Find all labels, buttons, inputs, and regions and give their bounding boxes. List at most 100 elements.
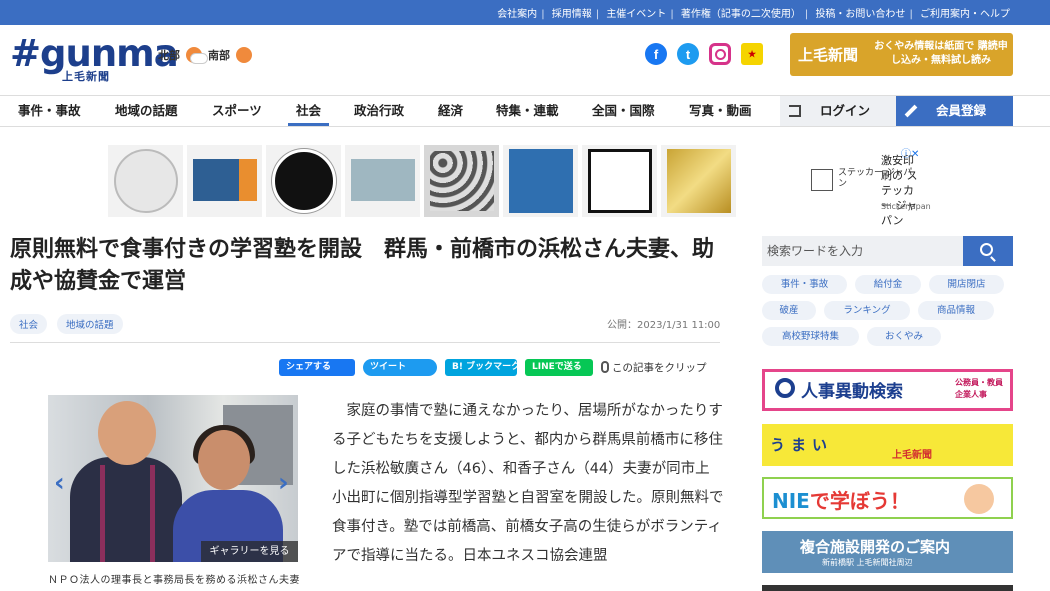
- ad-tile-5: [424, 145, 499, 217]
- sun-icon: [236, 47, 252, 63]
- weather-widget[interactable]: 北部 南部: [158, 47, 252, 64]
- keyword-incidents[interactable]: 事件・事故: [762, 275, 847, 294]
- magnifier-icon: [775, 378, 795, 398]
- ad-brand: StickerJapan: [881, 202, 931, 211]
- mascot-illustration: [964, 484, 994, 514]
- ad-close-icon[interactable]: ⓘ✕: [901, 145, 919, 160]
- ad-tile-3: [266, 145, 341, 217]
- hatena-bookmark-button[interactable]: B! ブックマーク: [445, 359, 520, 376]
- facebook-share-button[interactable]: シェアする: [279, 359, 355, 376]
- search-button[interactable]: [963, 236, 1013, 266]
- banner-nie-title: NIEで学ぼう！: [772, 485, 910, 514]
- ad-tile-7: [582, 145, 657, 217]
- photo-caption: ＮＰＯ法人の理事長と事務局長を務める浜松さん夫妻: [48, 575, 300, 586]
- main-nav: 事件・事故 地域の話題 スポーツ 社会 政治行政 経済 特集・連載 全国・国際 …: [0, 95, 1050, 127]
- login-button[interactable]: ログイン: [780, 96, 896, 126]
- complex-development-banner[interactable]: 複合施設開発のご案内 新前橋駅 上毛新聞社周辺: [762, 531, 1013, 573]
- weather-south-label: 南部: [208, 49, 230, 62]
- subscription-promo-button[interactable]: 上毛新聞 おくやみ情報は紙面で 購読申し込み・無料試し読み: [790, 33, 1013, 76]
- link-recruit[interactable]: 採用情報: [552, 9, 592, 20]
- divider: [10, 342, 720, 343]
- keyword-openings[interactable]: 開店閉店: [929, 275, 1004, 294]
- search-icon: [980, 243, 993, 256]
- line-share-button[interactable]: LINEで送る: [525, 359, 593, 376]
- keyword-obituary[interactable]: おくやみ: [867, 327, 941, 346]
- share-bar: シェアする ツイート B! ブックマーク LINEで送る この記事をクリップ: [279, 359, 707, 376]
- sun-cloud-icon: [186, 47, 208, 64]
- article-photo[interactable]: [48, 395, 298, 562]
- pen-icon: [904, 104, 918, 118]
- keyword-bankruptcy[interactable]: 破産: [762, 301, 816, 320]
- personnel-search-banner[interactable]: 人事異動検索 公務員・教員 企業人事: [762, 369, 1013, 411]
- login-label: ログイン: [820, 103, 871, 118]
- link-company[interactable]: 会社案内: [497, 9, 537, 20]
- banner-umai-sub: 上毛新聞: [892, 450, 932, 461]
- search-input[interactable]: [762, 236, 963, 266]
- sticker-ad-banner[interactable]: ステッカー ジャパン 激安印刷の ステッカー ジャパン StickerJapan…: [108, 145, 931, 227]
- clip-article-button[interactable]: この記事をクリップ: [601, 360, 707, 375]
- banner-jinji-title: 人事異動検索: [801, 382, 903, 402]
- gallery-next-arrow[interactable]: ›: [278, 468, 289, 498]
- top-utility-bar: 会社案内 | 採用情報 | 主催イベント | 著作権（記事の二次使用） | 投稿・お問い…: [0, 0, 1050, 25]
- keyword-baseball[interactable]: 高校野球特集: [762, 327, 859, 346]
- ad-tile-1: [108, 145, 183, 217]
- promo-title: 上毛新聞: [798, 46, 859, 64]
- gallery-button[interactable]: ギャラリーを見る: [201, 541, 298, 562]
- banner-fukugo-title: 複合施設開発のご案内: [800, 538, 951, 556]
- gallery-prev-arrow[interactable]: ‹: [54, 468, 65, 498]
- ad-title: 激安印刷の ステッカー ジャパン: [881, 154, 918, 227]
- register-button[interactable]: 会員登録: [896, 96, 1013, 126]
- twitter-share-button[interactable]: ツイート: [363, 359, 437, 376]
- keyword-ranking[interactable]: ランキング: [824, 301, 910, 320]
- link-events[interactable]: 主催イベント: [606, 9, 666, 20]
- social-links: f t ★: [645, 43, 763, 65]
- nav-society[interactable]: 社会: [287, 96, 330, 126]
- article-tags: 社会 地域の話題: [10, 314, 123, 334]
- keyword-products[interactable]: 商品情報: [918, 301, 994, 320]
- publish-date: 公開：2023/1/31 11:00: [607, 320, 721, 331]
- nav-sports[interactable]: スポーツ: [212, 96, 262, 126]
- instagram-icon[interactable]: [709, 43, 731, 65]
- keyword-benefits[interactable]: 給付金: [855, 275, 921, 294]
- paperclip-icon: [601, 361, 609, 373]
- clip-label: この記事をクリップ: [612, 362, 707, 374]
- nav-local[interactable]: 地域の話題: [115, 96, 178, 126]
- nav-economy[interactable]: 経済: [438, 96, 463, 126]
- site-header: #gunma 上毛新聞 北部 南部 f t ★ 上毛新聞 おくやみ情報は紙面で …: [0, 25, 1050, 95]
- nav-national[interactable]: 全国・国際: [592, 96, 655, 126]
- site-logo[interactable]: #gunma 上毛新聞: [10, 34, 179, 84]
- nav-photos[interactable]: 写真・動画: [689, 96, 752, 126]
- banner-umai-title: うまい: [770, 436, 834, 454]
- article-headline: 原則無料で食事付きの学習塾を開設 群馬・前橋市の浜松さん夫妻、助成や協賛金で運営: [10, 237, 715, 294]
- promo-text: おくやみ情報は紙面で 購読申し込み・無料試し読み: [874, 41, 1008, 66]
- facebook-icon[interactable]: f: [645, 43, 667, 65]
- tag-local[interactable]: 地域の話題: [57, 314, 123, 334]
- link-help[interactable]: ご利用案内・ヘルプ: [920, 9, 1010, 20]
- sticker-japan-logo: [811, 169, 833, 191]
- ad-tile-2: [187, 145, 262, 217]
- ad-tile-6: [503, 145, 578, 217]
- nie-banner[interactable]: NIEで学ぼう！: [762, 477, 1013, 519]
- register-label: 会員登録: [936, 103, 987, 118]
- banner-nie-prefix: NIE: [772, 489, 810, 513]
- umai-banner[interactable]: うまい 上毛新聞: [762, 424, 1013, 466]
- line-icon[interactable]: ★: [741, 43, 763, 65]
- banner-nie-rest: で学ぼう！: [809, 489, 910, 513]
- ad-text-block: ステッカー ジャパン 激安印刷の ステッカー ジャパン StickerJapan…: [811, 145, 931, 227]
- twitter-icon[interactable]: t: [677, 43, 699, 65]
- nav-politics[interactable]: 政治行政: [354, 96, 404, 126]
- tag-society[interactable]: 社会: [10, 314, 48, 334]
- logo-subtitle: 上毛新聞: [62, 70, 110, 83]
- ad-tile-4: [345, 145, 420, 217]
- weather-north-label: 北部: [158, 49, 180, 62]
- nav-features[interactable]: 特集・連載: [496, 96, 559, 126]
- banner-jinji-sub: 公務員・教員 企業人事: [955, 378, 1003, 399]
- login-icon: [789, 105, 801, 117]
- utility-links: 会社案内 | 採用情報 | 主催イベント | 著作権（記事の二次使用） | 投稿・お問い…: [497, 9, 1010, 20]
- next-banner-edge: [762, 585, 1013, 591]
- banner-fukugo-sub: 新前橋駅 上毛新聞社周辺: [822, 558, 913, 567]
- link-contact[interactable]: 投稿・お問い合わせ: [815, 9, 905, 20]
- ad-tile-8: [661, 145, 736, 217]
- nav-incidents[interactable]: 事件・事故: [18, 96, 81, 126]
- link-copyright[interactable]: 著作権（記事の二次使用）: [681, 9, 801, 20]
